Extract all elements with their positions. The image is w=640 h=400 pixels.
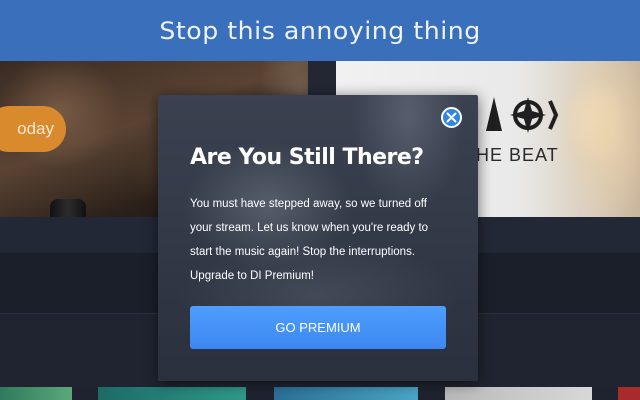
modal-message: You must have stepped away, so we turned… (190, 198, 429, 282)
today-button[interactable]: oday (0, 106, 66, 152)
modal-title: Are You Still There? (190, 145, 424, 170)
star-logo-icon (486, 97, 559, 133)
channel-thumbnail[interactable] (274, 387, 418, 400)
show-artwork-text: HE BEAT (476, 145, 559, 165)
channel-thumbnail[interactable] (618, 387, 640, 400)
still-there-modal: Are You Still There? You must have stepp… (158, 95, 478, 381)
go-premium-button[interactable]: GO PREMIUM (190, 306, 446, 349)
channel-thumbnail[interactable] (445, 387, 592, 400)
banner-title: Stop this annoying thing (159, 16, 481, 45)
today-button-label: oday (17, 119, 54, 138)
top-banner: Stop this annoying thing (0, 0, 640, 61)
close-button[interactable] (441, 107, 462, 128)
close-icon (446, 112, 457, 123)
channel-thumbnail[interactable] (0, 387, 72, 400)
channel-thumbnail[interactable] (98, 387, 246, 400)
